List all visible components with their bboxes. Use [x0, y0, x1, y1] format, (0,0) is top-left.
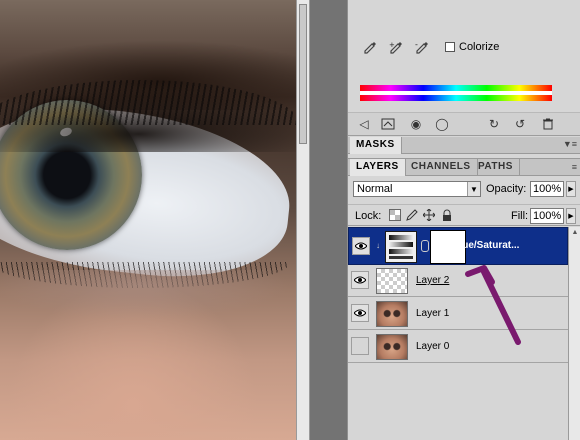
lower-eyelid	[0, 270, 290, 320]
lock-position-icon[interactable]	[423, 209, 435, 221]
lock-paint-icon[interactable]	[406, 209, 418, 221]
loop-icon[interactable]: ↻	[486, 117, 502, 131]
visibility-eye-icon[interactable]	[352, 237, 370, 255]
colorize-label: Colorize	[459, 41, 500, 53]
blend-mode-value: Normal	[357, 183, 393, 195]
chevron-down-icon[interactable]: ▼	[467, 182, 480, 196]
view-previous-icon[interactable]: ◯	[434, 117, 450, 131]
tab-masks[interactable]: MASKS	[350, 137, 402, 154]
lock-fill-row: Lock: Fill: 100% ▶	[348, 204, 580, 226]
adjustment-thumbnail-icon[interactable]	[385, 231, 417, 263]
visibility-eye-icon[interactable]	[351, 271, 369, 289]
blend-mode-select[interactable]: Normal ▼	[353, 181, 481, 197]
fill-field[interactable]: 100%	[530, 208, 564, 224]
scroll-up-icon[interactable]: ▲	[570, 229, 580, 239]
visibility-toggle-off[interactable]	[351, 337, 369, 355]
clip-to-layer-icon[interactable]	[380, 117, 396, 131]
fill-label: Fill:	[511, 210, 529, 222]
colorize-checkbox[interactable]	[445, 42, 455, 52]
layer-thumbnail[interactable]	[376, 334, 408, 360]
lock-label: Lock:	[355, 210, 382, 222]
clip-indicator-icon: ↓	[376, 241, 380, 250]
fill-slider-arrow-icon[interactable]: ▶	[566, 208, 576, 224]
opacity-slider-arrow-icon[interactable]: ▶	[566, 181, 576, 197]
panel-menu-icon[interactable]: ▼≡	[563, 139, 577, 149]
chain-link-icon[interactable]	[421, 240, 429, 252]
visibility-eye-small-icon[interactable]: ◉	[408, 117, 424, 131]
layer-thumbnail[interactable]	[376, 268, 408, 294]
opacity-label: Opacity:	[486, 183, 527, 195]
scrollbar-thumb[interactable]	[299, 4, 307, 144]
layer-thumbnail[interactable]	[376, 301, 408, 327]
layers-scrollbar[interactable]: ▲	[568, 227, 580, 440]
tab-layers[interactable]: LAYERS	[350, 159, 406, 176]
panel-menu-icon[interactable]: ≡	[572, 162, 577, 172]
trash-icon[interactable]	[540, 117, 556, 131]
svg-text:-: -	[415, 40, 418, 49]
lock-transparent-icon[interactable]	[389, 209, 401, 221]
eyedropper-icon[interactable]	[362, 40, 378, 56]
reset-icon[interactable]: ↺	[512, 117, 528, 131]
opacity-field[interactable]: 100%	[530, 181, 564, 197]
eyedropper-plus-icon[interactable]: +	[388, 40, 404, 56]
panels-dock: + - Colorize ◁ ◉ ◯ ↻ ↺ MASKS ▼≡ LAYERS C…	[347, 0, 580, 440]
annotation-arrow	[465, 265, 521, 345]
visibility-eye-icon[interactable]	[351, 304, 369, 322]
layers-panel-tabs: LAYERS CHANNELS PATHS ≡	[348, 158, 580, 176]
svg-text:+: +	[389, 41, 395, 49]
hue-spectrum-result	[360, 95, 552, 101]
canvas-vertical-scrollbar[interactable]	[296, 0, 310, 440]
tab-channels[interactable]: CHANNELS	[405, 159, 478, 176]
lock-all-icon[interactable]	[441, 209, 453, 221]
tab-paths[interactable]: PATHS	[472, 159, 520, 176]
workspace-background	[310, 0, 347, 440]
masks-panel-header: MASKS ▼≡	[348, 137, 580, 154]
back-arrow-icon[interactable]: ◁	[356, 117, 372, 131]
eyedropper-minus-icon[interactable]: -	[414, 40, 430, 56]
adjustments-toolbar: ◁ ◉ ◯ ↻ ↺	[348, 112, 580, 136]
document-canvas[interactable]	[0, 0, 296, 440]
